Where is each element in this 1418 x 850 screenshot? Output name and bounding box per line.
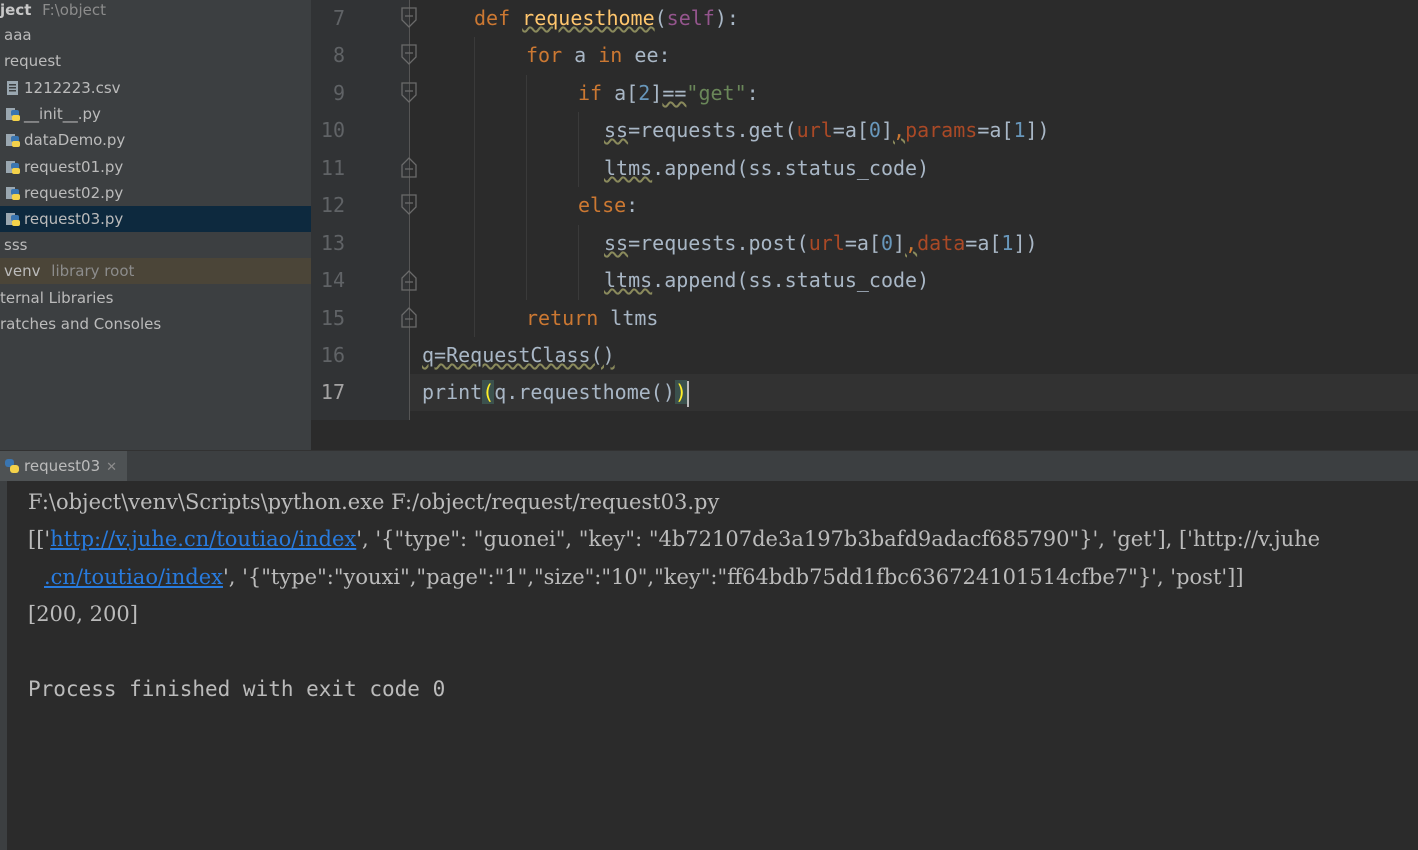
console-exit-line: Process finished with exit code 0 xyxy=(28,677,446,701)
tree-item-external-libraries[interactable]: ternal Libraries xyxy=(0,285,311,311)
console-output-line: [['http://v.juhe.cn/toutiao/index', '{"t… xyxy=(28,527,1321,551)
project-root-path: F:\object xyxy=(42,1,106,19)
project-root-label: ject xyxy=(0,1,32,19)
line-number: 7 xyxy=(332,6,345,30)
line-number: 13 xyxy=(320,231,345,255)
code-line-11[interactable]: ltms.append(ss.status_code) xyxy=(410,150,1418,187)
code-line-16[interactable]: q=RequestClass() xyxy=(410,337,1418,374)
tree-item-label: venv xyxy=(4,262,41,280)
run-tab-request03[interactable]: request03 ✕ xyxy=(0,451,128,481)
console-result-line: [200, 200] xyxy=(28,602,138,626)
tree-item-label: request02.py xyxy=(24,184,124,202)
tree-item-csv[interactable]: 1212223.csv xyxy=(0,75,311,101)
code-line-10[interactable]: ss=requests.get(url=a[0],params=a[1]) xyxy=(410,112,1418,149)
tree-item-datademo-py[interactable]: dataDemo.py xyxy=(0,127,311,153)
python-run-icon xyxy=(5,458,19,473)
line-number: 11 xyxy=(320,156,345,180)
tree-item-label: __init__.py xyxy=(24,105,101,123)
code-line-14[interactable]: ltms.append(ss.status_code) xyxy=(410,262,1418,299)
code-line-15[interactable]: return ltms xyxy=(410,300,1418,337)
run-console[interactable]: F:\object\venv\Scripts\python.exe F:/obj… xyxy=(0,481,1418,850)
project-root-row[interactable]: ject F:\object xyxy=(0,0,311,23)
text-caret xyxy=(686,380,689,407)
tree-item-label: sss xyxy=(4,236,28,254)
code-line-12[interactable]: else: xyxy=(410,187,1418,224)
console-link[interactable]: http://v.juhe.cn/toutiao/index xyxy=(50,527,356,551)
console-command-line: F:\object\venv\Scripts\python.exe F:/obj… xyxy=(28,490,720,514)
project-tree-panel: ject F:\object aaa request 1212223.csv _… xyxy=(0,0,311,450)
python-file-icon xyxy=(6,133,20,147)
code-line-7[interactable]: def requesthome(self): xyxy=(410,0,1418,37)
tree-item-label: aaa xyxy=(4,26,32,44)
tree-item-label: request03.py xyxy=(24,210,124,228)
run-tab-label: request03 xyxy=(24,457,101,475)
line-number: 9 xyxy=(332,81,345,105)
tree-item-sss[interactable]: sss xyxy=(0,232,311,258)
tree-item-request[interactable]: request xyxy=(0,48,311,74)
tree-item-request02-py[interactable]: request02.py xyxy=(0,180,311,206)
line-number: 16 xyxy=(320,343,345,367)
line-number: 8 xyxy=(332,43,345,67)
line-number-current: 17 xyxy=(320,380,345,404)
tree-item-label: 1212223.csv xyxy=(24,79,121,97)
tree-item-label: dataDemo.py xyxy=(24,131,126,149)
tree-item-label: ternal Libraries xyxy=(0,289,114,307)
console-toolbar-strip xyxy=(0,481,7,850)
line-number: 14 xyxy=(320,268,345,292)
python-file-icon xyxy=(6,186,20,200)
text-file-icon xyxy=(7,80,18,95)
tree-item-request01-py[interactable]: request01.py xyxy=(0,154,311,180)
console-output-line: .cn/toutiao/index', '{"type":"youxi","pa… xyxy=(44,565,1244,589)
tree-item-label: request01.py xyxy=(24,158,124,176)
tree-item-label: request xyxy=(4,52,62,70)
code-line-13[interactable]: ss=requests.post(url=a[0],data=a[1]) xyxy=(410,225,1418,262)
tree-item-suffix: library root xyxy=(51,262,135,280)
tree-item-request03-py[interactable]: request03.py xyxy=(0,206,311,232)
run-tool-window-header: request03 ✕ xyxy=(0,450,1418,481)
line-number: 10 xyxy=(320,118,345,142)
line-number: 12 xyxy=(320,193,345,217)
python-file-icon xyxy=(6,212,20,226)
tree-item-scratches[interactable]: ratches and Consoles xyxy=(0,311,311,337)
python-file-icon xyxy=(6,107,20,121)
code-editor[interactable]: 7 8 9 10 11 12 13 14 15 16 17 def reques… xyxy=(311,0,1418,450)
code-line-8[interactable]: for a in ee: xyxy=(410,37,1418,74)
python-file-icon xyxy=(6,160,20,174)
close-icon[interactable]: ✕ xyxy=(106,460,117,475)
console-link[interactable]: .cn/toutiao/index xyxy=(44,565,223,589)
tree-item-label: ratches and Consoles xyxy=(0,315,162,333)
tree-item-venv[interactable]: venv library root xyxy=(0,258,311,284)
line-number: 15 xyxy=(320,306,345,330)
code-line-17[interactable]: print(q.requesthome()) xyxy=(410,374,1418,411)
code-line-9[interactable]: if a[2]=="get": xyxy=(410,75,1418,112)
tree-item-init-py[interactable]: __init__.py xyxy=(0,101,311,127)
tree-item-aaa[interactable]: aaa xyxy=(0,22,311,48)
